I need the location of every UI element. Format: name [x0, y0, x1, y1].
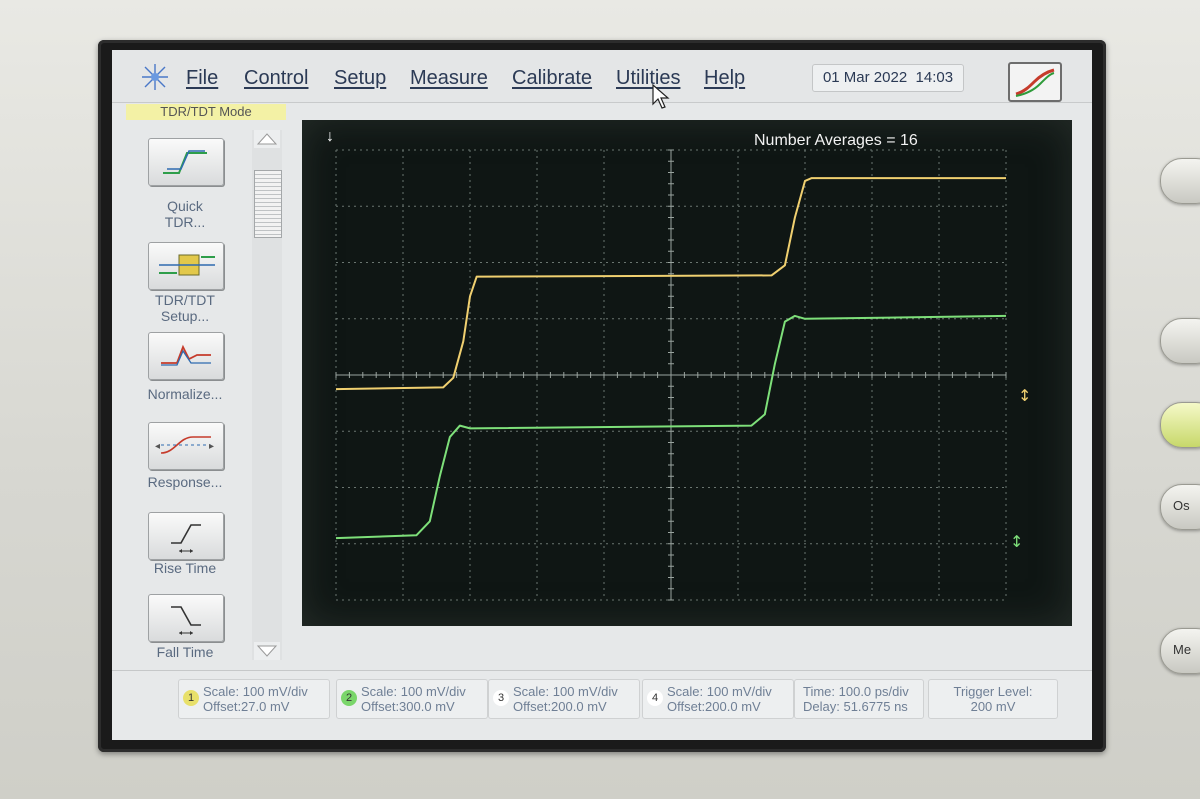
channel-1-readout[interactable]: 1 Scale: 100 mV/div Offset:27.0 mV: [178, 679, 330, 719]
channel-3-badge: 3: [493, 690, 509, 706]
hardware-button-os-label: Os: [1173, 498, 1190, 513]
fall-time-label: Fall Time: [156, 644, 214, 660]
time-scale: Time: 100.0 ps/div: [803, 684, 909, 699]
response-label: Response...: [147, 474, 223, 490]
trigger-title: Trigger Level:: [953, 684, 1033, 699]
timebase-text: Time: 100.0 ps/div Delay: 51.6775 ns: [803, 684, 909, 714]
menu-file[interactable]: File: [186, 67, 218, 90]
svg-text:▸: ▸: [209, 441, 214, 452]
channel-2-text: Scale: 100 mV/div Offset:300.0 mV: [361, 684, 466, 714]
trigger-value: 200 mV: [970, 699, 1016, 714]
agilent-spark-icon: [142, 64, 168, 90]
response-icon: ◂ ▸: [155, 436, 214, 454]
delay-value: Delay: 51.6775 ns: [803, 699, 908, 714]
menu-setup[interactable]: Setup: [334, 67, 386, 90]
rise-time-button[interactable]: [148, 512, 224, 560]
fall-time-button[interactable]: [148, 594, 224, 642]
scroll-down-arrow[interactable]: [254, 642, 280, 660]
normalize-label: Normalize...: [147, 386, 223, 402]
rise-time-icon: [171, 524, 201, 553]
scope-app-icon[interactable]: [1008, 62, 1062, 102]
channel-1-scale: Scale: 100 mV/div: [203, 684, 308, 699]
mode-label: TDR/TDT Mode: [126, 104, 286, 120]
hardware-button-me-label: Me: [1173, 642, 1192, 657]
channel-1-badge: 1: [183, 690, 199, 706]
panel-scrollbar[interactable]: [252, 130, 282, 660]
menu-calibrate[interactable]: Calibrate: [512, 67, 592, 90]
channel-2-offset: Offset:300.0 mV: [361, 699, 455, 714]
channel-3-readout[interactable]: 3 Scale: 100 mV/div Offset:200.0 mV: [488, 679, 640, 719]
channel-2-scale: Scale: 100 mV/div: [361, 684, 466, 699]
time-text: 14:03: [915, 69, 954, 86]
channel-4-scale: Scale: 100 mV/div: [667, 684, 772, 699]
scroll-thumb[interactable]: [254, 170, 282, 238]
menu-utilities[interactable]: Utilities: [616, 67, 680, 90]
tdr-setup-label-2: Setup...: [160, 308, 210, 324]
date-time-display: 01 Mar 2022 14:03: [812, 64, 964, 92]
chevron-down-icon: [256, 645, 278, 657]
hardware-button-2[interactable]: [1160, 318, 1200, 364]
chevron-up-icon: [256, 133, 278, 145]
mouse-pointer-icon: [652, 84, 670, 109]
waveform-display[interactable]: ↓ Number Averages = 16 ↕ ↕: [302, 120, 1072, 626]
channel-1-level-marker: ↕: [1018, 386, 1031, 405]
tdr-setup-button[interactable]: [148, 242, 224, 290]
date-text: 01 Mar 2022: [822, 69, 908, 86]
channel-3-scale: Scale: 100 mV/div: [513, 684, 618, 699]
normalize-icon: [161, 344, 211, 366]
menu-control[interactable]: Control: [244, 67, 308, 90]
scroll-up-arrow[interactable]: [254, 130, 280, 148]
hardware-button-top[interactable]: [1160, 158, 1200, 204]
quick-tdr-label-2: TDR...: [164, 214, 206, 230]
menu-measure[interactable]: Measure: [410, 67, 488, 90]
status-bar: 1 Scale: 100 mV/div Offset:27.0 mV 2 Sca…: [112, 670, 1092, 740]
channel-4-text: Scale: 100 mV/div Offset:200.0 mV: [667, 684, 772, 714]
svg-text:◂: ◂: [155, 441, 160, 452]
channel-2-level-marker: ↕: [1010, 532, 1023, 551]
channel-4-readout[interactable]: 4 Scale: 100 mV/div Offset:200.0 mV: [642, 679, 794, 719]
response-button[interactable]: ◂ ▸: [148, 422, 224, 470]
channel-3-text: Scale: 100 mV/div Offset:200.0 mV: [513, 684, 618, 714]
quick-tdr-button[interactable]: [148, 138, 224, 186]
menu-bar: File Control Setup Measure Calibrate Uti…: [112, 50, 1092, 109]
normalize-button[interactable]: [148, 332, 224, 380]
channel-2-badge: 2: [341, 690, 357, 706]
channel-1-offset: Offset:27.0 mV: [203, 699, 290, 714]
quick-tdr-label-1: Quick: [167, 198, 203, 214]
hardware-button-green[interactable]: [1160, 402, 1200, 448]
trigger-readout[interactable]: Trigger Level: 200 mV: [928, 679, 1058, 719]
channel-4-offset: Offset:200.0 mV: [667, 699, 761, 714]
scope-screen: File Control Setup Measure Calibrate Uti…: [112, 50, 1092, 740]
channel-2-readout[interactable]: 2 Scale: 100 mV/div Offset:300.0 mV: [336, 679, 488, 719]
hardware-button-os[interactable]: Os: [1160, 484, 1200, 530]
tdr-setup-label-1: TDR/TDT: [155, 292, 215, 308]
timebase-readout[interactable]: Time: 100.0 ps/div Delay: 51.6775 ns: [794, 679, 924, 719]
trigger-text: Trigger Level: 200 mV: [929, 684, 1057, 714]
channel-3-offset: Offset:200.0 mV: [513, 699, 607, 714]
graticule-plot: ↕↕: [335, 149, 1031, 601]
channel-4-badge: 4: [647, 690, 663, 706]
quick-tdr-icon: [163, 150, 207, 174]
rise-time-label: Rise Time: [153, 560, 217, 576]
channel-1-text: Scale: 100 mV/div Offset:27.0 mV: [203, 684, 308, 714]
tdr-setup-icon: [159, 254, 215, 276]
hardware-button-me[interactable]: Me: [1160, 628, 1200, 674]
fall-time-icon: [171, 606, 201, 635]
menu-help[interactable]: Help: [704, 67, 745, 90]
